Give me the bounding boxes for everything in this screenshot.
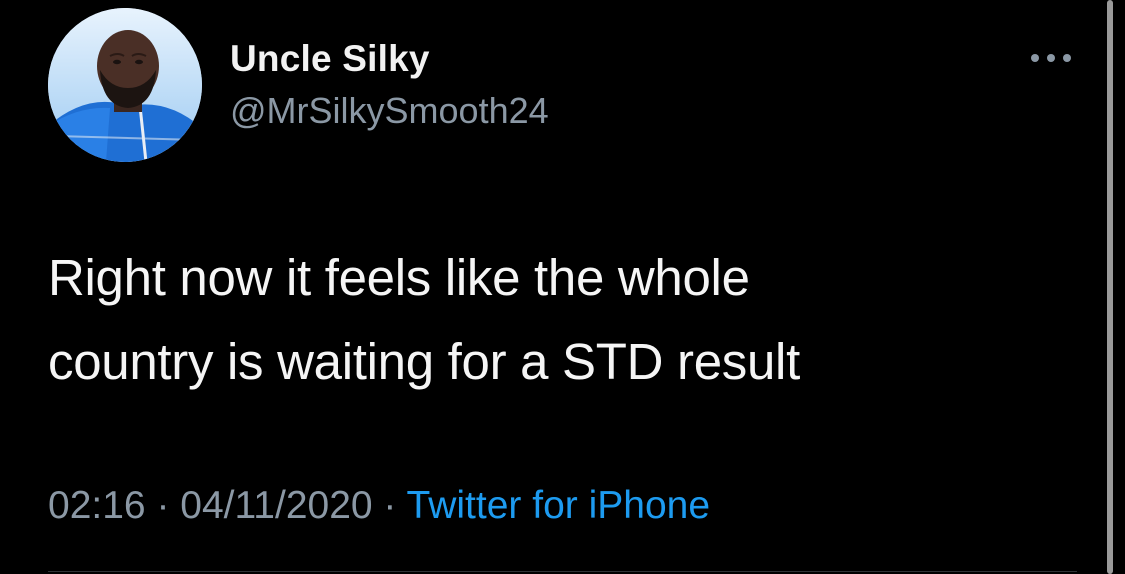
- tweet-text: Right now it feels like the whole countr…: [48, 236, 1088, 404]
- profile-photo-icon: [48, 8, 202, 162]
- avatar[interactable]: [48, 8, 202, 162]
- tweet-text-line: Right now it feels like the whole: [48, 249, 750, 306]
- scrollbar[interactable]: [1107, 0, 1113, 574]
- tweet-metadata: 02:16 · 04/11/2020 · Twitter for iPhone: [48, 484, 710, 528]
- divider: [48, 571, 1077, 572]
- more-options-button[interactable]: [1026, 44, 1076, 72]
- tweet-text-line: country is waiting for a STD result: [48, 333, 800, 390]
- tweet-time[interactable]: 02:16: [48, 484, 146, 527]
- more-options-icon: [1031, 54, 1071, 62]
- user-handle[interactable]: @MrSilkySmooth24: [230, 90, 549, 132]
- meta-separator: ·: [145, 484, 181, 527]
- tweet-card: Uncle Silky @MrSilkySmooth24 Right now i…: [0, 0, 1125, 574]
- tweet-date[interactable]: 04/11/2020: [180, 484, 372, 527]
- tweet-source-link[interactable]: Twitter for iPhone: [407, 484, 710, 527]
- meta-separator: ·: [372, 484, 407, 527]
- display-name[interactable]: Uncle Silky: [230, 38, 430, 80]
